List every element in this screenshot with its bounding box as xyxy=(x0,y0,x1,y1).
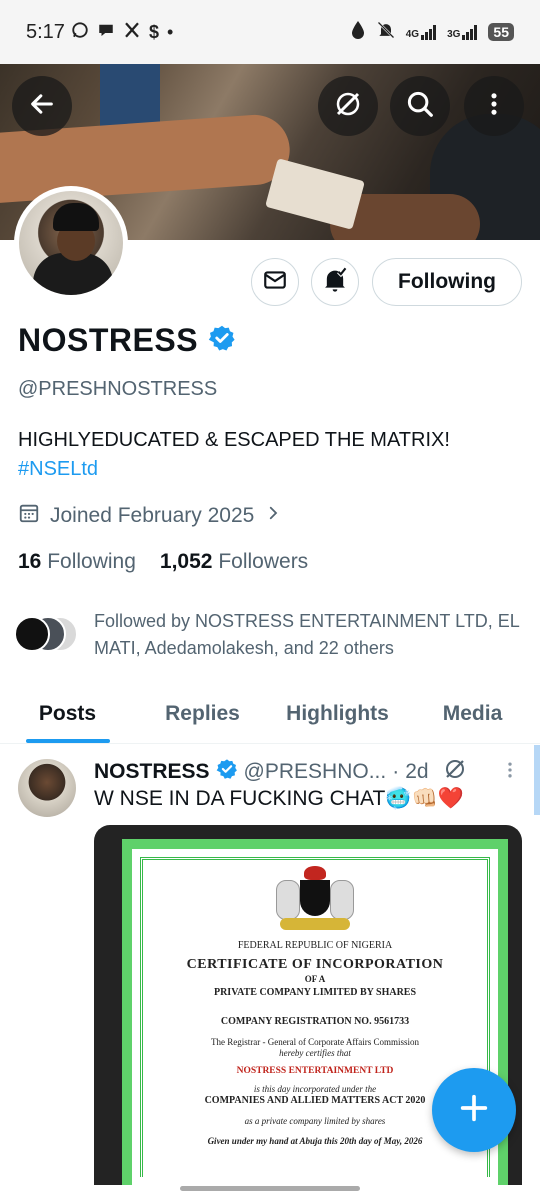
battery-indicator: 55 xyxy=(488,23,514,41)
bio-hashtag-link[interactable]: #NSELtd xyxy=(18,455,528,484)
signal-4g-label: 4G xyxy=(405,29,420,40)
signal-3g-icon: 3G xyxy=(447,24,478,40)
mutual-avatar xyxy=(14,616,50,652)
following-label: Following xyxy=(47,550,136,573)
followers-count: 1,052 xyxy=(159,550,213,573)
post-more-icon[interactable] xyxy=(500,759,520,787)
search-icon xyxy=(405,89,435,124)
cashapp-icon: $ xyxy=(148,21,159,42)
tab-posts[interactable]: Posts xyxy=(0,684,135,743)
plus-icon xyxy=(457,1091,491,1130)
mutual-avatars xyxy=(14,616,82,656)
whatsapp-icon xyxy=(71,21,89,44)
notifications-button[interactable] xyxy=(311,258,359,306)
following-count: 16 xyxy=(18,550,42,573)
post-header: NOSTRESS @PRESHNO... · 2d xyxy=(94,757,467,787)
x-icon xyxy=(123,21,141,44)
verified-badge-icon[interactable] xyxy=(208,324,236,357)
scroll-indicator xyxy=(534,745,540,815)
post-text: W NSE IN DA FUCKING CHAT🥶👊🏻❤️ xyxy=(94,787,464,810)
following-button[interactable]: Following xyxy=(372,258,522,306)
grok-button[interactable] xyxy=(318,76,378,136)
profile-avatar[interactable] xyxy=(14,186,128,300)
coat-of-arms-icon xyxy=(270,866,360,932)
tab-highlights[interactable]: Highlights xyxy=(270,684,405,743)
tab-media[interactable]: Media xyxy=(405,684,540,743)
signal-4g-icon: 4G xyxy=(406,24,437,40)
back-arrow-icon xyxy=(28,90,56,123)
cert-company-name: NOSTRESS ENTERTAINMENT LTD xyxy=(236,1066,394,1076)
cert-company-type: PRIVATE COMPANY LIMITED BY SHARES xyxy=(213,987,417,998)
grok-icon[interactable] xyxy=(443,757,467,787)
profile-handle: @PRESHNOSTRESS xyxy=(18,378,218,400)
grok-icon xyxy=(333,89,363,124)
compose-button[interactable] xyxy=(432,1068,516,1152)
search-button[interactable] xyxy=(390,76,450,136)
status-time: 5:17 xyxy=(26,20,65,43)
cert-reg-no: COMPANY REGISTRATION NO. 9561733 xyxy=(220,1016,410,1027)
bio-text: HIGHLYEDUCATED & ESCAPED THE MATRIX! xyxy=(18,429,450,451)
display-name: NOSTRESS xyxy=(18,322,199,358)
cert-line: FEDERAL REPUBLIC OF NIGERIA xyxy=(237,940,393,951)
mail-icon xyxy=(262,267,288,298)
joined-text: Joined February 2025 xyxy=(50,504,255,527)
post-dot: · xyxy=(392,760,400,783)
cert-title: CERTIFICATE OF INCORPORATION xyxy=(186,957,444,972)
joined-date[interactable]: Joined February 2025 xyxy=(18,502,282,530)
cert-certifies: hereby certifies that xyxy=(279,1048,351,1058)
status-bar: 5:17 $ • 4G 3G 55 xyxy=(0,0,540,64)
post-author[interactable]: NOSTRESS xyxy=(94,760,210,784)
profile-tabs: Posts Replies Highlights Media xyxy=(0,684,540,744)
post-time: 2d xyxy=(405,760,429,783)
calendar-icon xyxy=(18,502,40,530)
mute-icon xyxy=(376,20,396,45)
post-verified-badge-icon xyxy=(216,758,238,786)
cert-registrar: The Registrar - General of Corporate Aff… xyxy=(210,1037,420,1047)
followers-count-link[interactable]: 1,052 Followers xyxy=(160,550,308,574)
follow-counts: 16 Following 1,052 Followers xyxy=(18,550,308,574)
followed-by-text: Followed by NOSTRESS ENTERTAINMENT LTD, … xyxy=(94,611,520,658)
message-button[interactable] xyxy=(251,258,299,306)
profile-name-row: NOSTRESS xyxy=(18,322,236,359)
following-count-link[interactable]: 16 Following xyxy=(18,550,136,574)
followed-by-row[interactable]: Followed by NOSTRESS ENTERTAINMENT LTD, … xyxy=(14,608,524,662)
back-button[interactable] xyxy=(12,76,72,136)
profile-bio: HIGHLYEDUCATED & ESCAPED THE MATRIX! #NS… xyxy=(18,426,528,484)
bell-check-icon xyxy=(321,266,349,299)
post-avatar[interactable] xyxy=(18,759,76,817)
cert-of-a: OF A xyxy=(304,974,326,984)
notification-icons: $ • xyxy=(71,21,173,44)
signal-3g-label: 3G xyxy=(447,29,461,40)
tab-replies[interactable]: Replies xyxy=(135,684,270,743)
more-options-button[interactable] xyxy=(464,76,524,136)
data-saver-icon xyxy=(350,20,366,45)
followers-label: Followers xyxy=(218,550,309,573)
cert-given: Given under my hand at Abuja this 20th d… xyxy=(207,1136,423,1146)
home-indicator[interactable] xyxy=(180,1186,360,1191)
system-icons: 4G 3G 55 xyxy=(350,20,514,45)
more-vertical-icon xyxy=(480,90,508,123)
chat-icon xyxy=(97,21,115,44)
dot-icon: • xyxy=(166,21,174,42)
post-handle: @PRESHNO... xyxy=(243,760,387,783)
chevron-right-icon xyxy=(264,504,282,528)
